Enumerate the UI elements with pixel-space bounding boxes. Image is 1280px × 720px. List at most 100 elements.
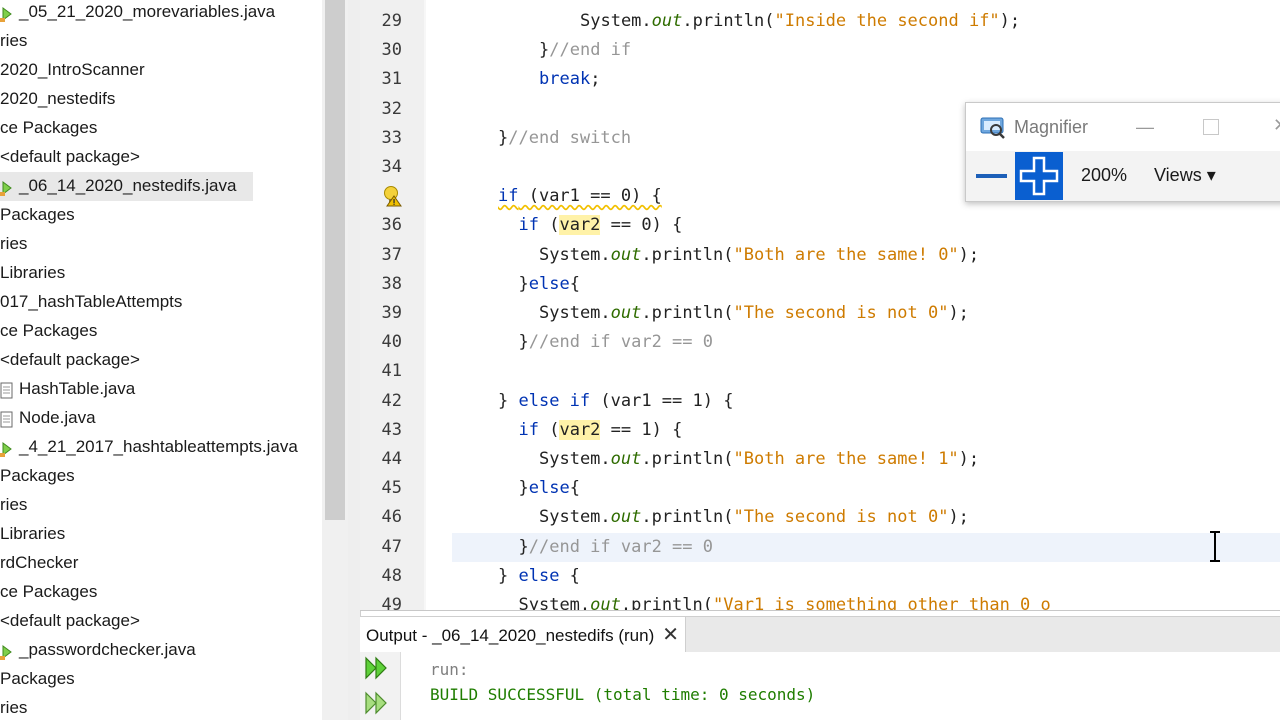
minimize-icon[interactable]: — — [1136, 117, 1154, 138]
tree-scrollbar-thumb[interactable] — [325, 0, 345, 520]
warning-hint-icon[interactable] — [382, 185, 402, 207]
code-token: { — [569, 273, 580, 294]
tree-item-label: _passwordchecker.java — [19, 640, 196, 659]
tree-item-label: ce Packages — [0, 582, 98, 601]
tree-item[interactable]: 017_hashTableAttempts — [0, 288, 182, 317]
tree-item[interactable]: ries — [0, 230, 27, 259]
output-tabbar: Output - _06_14_2020_nestedifs (run) ✕ — [360, 616, 1280, 654]
close-icon[interactable]: ✕ — [1273, 115, 1280, 136]
code-line: System.out.println("Both are the same! 0… — [539, 241, 979, 270]
tree-item[interactable]: <default package> — [0, 143, 140, 172]
code-token: //end switch — [508, 127, 632, 148]
magnifier-icon — [980, 117, 1005, 139]
code-token: "Both are the same! 0" — [733, 244, 959, 265]
code-token: System. — [539, 449, 611, 469]
code-line: }else{ — [519, 270, 580, 299]
tree-item[interactable]: 2020_IntroScanner — [0, 56, 145, 85]
tree-item[interactable]: ries — [0, 694, 27, 720]
code-token: else — [528, 478, 570, 499]
tree-item-label: ries — [0, 31, 28, 50]
magnifier-titlebar[interactable]: Magnifier — ✕ — [966, 103, 1280, 151]
code-token: .println( — [641, 303, 734, 323]
code-token: "Both are the same! 1" — [733, 449, 959, 469]
tree-item[interactable]: Packages — [0, 665, 75, 694]
tree-item[interactable]: ce Packages — [0, 317, 97, 346]
code-token: ( — [538, 419, 560, 440]
rerun-with-params-icon[interactable] — [364, 690, 390, 716]
code-line: }else{ — [519, 474, 580, 503]
code-token: System. — [539, 244, 611, 265]
code-token: out — [651, 11, 683, 31]
code-token: System. — [539, 507, 611, 528]
rerun-icon[interactable] — [364, 655, 390, 681]
tree-item[interactable]: ries — [0, 491, 27, 520]
tree-item-label: ries — [0, 234, 28, 253]
code-token: System. — [518, 595, 591, 611]
tree-item-label: _05_21_2020_morevariables.java — [19, 2, 276, 21]
tree-item[interactable]: _4_21_2017_hashtableattempts.java — [0, 433, 298, 462]
tree-item[interactable]: _06_14_2020_nestedifs.java — [0, 172, 253, 201]
code-token: //end if — [549, 40, 632, 61]
code-token: ; — [590, 69, 601, 90]
code-token: var2 — [559, 419, 601, 440]
zoom-out-button[interactable] — [974, 158, 1008, 192]
line-number: 33 — [381, 127, 402, 148]
tree-item-label: Packages — [0, 669, 75, 688]
magnifier-window[interactable]: Magnifier — ✕ 200% Views ▾ — [965, 102, 1280, 202]
tree-item[interactable]: _passwordchecker.java — [0, 636, 196, 665]
fold-column — [424, 0, 426, 610]
code-token: ); — [948, 303, 969, 323]
tree-item[interactable]: Libraries — [0, 259, 65, 288]
line-number: 38 — [381, 273, 402, 294]
line-number: 34 — [381, 157, 402, 177]
tree-item[interactable]: _05_21_2020_morevariables.java — [0, 0, 275, 27]
tree-item-label: 2020_nestedifs — [0, 89, 116, 108]
close-icon[interactable]: ✕ — [662, 624, 679, 646]
java-file-icon — [0, 178, 14, 196]
code-editor[interactable]: 29 30 31 32 33 34 36 37 38 39 40 41 42 43 44 45 46 47 48 49… — [360, 0, 1280, 611]
code-token: "Inside the second if" — [774, 11, 1000, 31]
tree-item[interactable]: 2020_nestedifs — [0, 85, 115, 114]
code-token: System. — [539, 303, 611, 323]
tree-item-label: ries — [0, 495, 28, 514]
code-token: var2 — [559, 215, 601, 236]
views-dropdown[interactable]: Views ▾ — [1154, 165, 1216, 186]
code-token: (var1 == 0) { — [518, 186, 662, 207]
output-tab[interactable]: Output - _06_14_2020_nestedifs (run) ✕ — [360, 617, 687, 653]
code-token: "The second is not 0" — [733, 507, 949, 528]
tree-item-label: rdChecker — [0, 553, 79, 572]
code-token: out — [590, 595, 621, 611]
code-token: //end if var2 == 0 — [528, 332, 713, 353]
java-file-icon — [0, 642, 14, 660]
tree-item-label: ce Packages — [0, 118, 98, 137]
tree-item[interactable]: ce Packages — [0, 578, 97, 607]
code-token: out — [610, 449, 642, 469]
code-token: System. — [580, 11, 652, 31]
code-token: { — [559, 565, 580, 586]
doc-file-icon — [0, 410, 14, 428]
tree-item[interactable]: <default package> — [0, 346, 140, 375]
tree-item[interactable]: <default package> — [0, 607, 140, 636]
tree-item-label: _06_14_2020_nestedifs.java — [19, 176, 237, 195]
code-token: "The second is not 0" — [733, 303, 949, 323]
code-line: }//end if var2 == 0 — [519, 533, 713, 562]
tree-item[interactable]: ce Packages — [0, 114, 97, 143]
tree-item[interactable]: Packages — [0, 462, 75, 491]
zoom-in-button[interactable] — [1015, 152, 1063, 200]
maximize-icon[interactable] — [1203, 119, 1219, 135]
tree-item-label: Libraries — [0, 524, 66, 543]
tree-item[interactable]: Libraries — [0, 520, 65, 549]
doc-file-icon — [0, 381, 14, 399]
code-line: System.out.println("The second is not 0"… — [539, 299, 969, 328]
tree-item[interactable]: rdChecker — [0, 549, 78, 578]
code-token: "Var1 is something other than 0 o — [713, 595, 1051, 611]
line-number: 40 — [381, 332, 402, 353]
project-tree: _05_21_2020_morevariables.javaries 2020_I… — [0, 0, 322, 720]
output-toolbar — [360, 652, 401, 720]
tree-item[interactable]: ries — [0, 27, 27, 56]
tree-item[interactable]: Node.java — [0, 404, 96, 433]
tree-item-label: ries — [0, 698, 28, 717]
tree-item[interactable]: HashTable.java — [0, 375, 135, 404]
code-line: }//end if — [539, 36, 631, 65]
tree-item[interactable]: Packages — [0, 201, 75, 230]
